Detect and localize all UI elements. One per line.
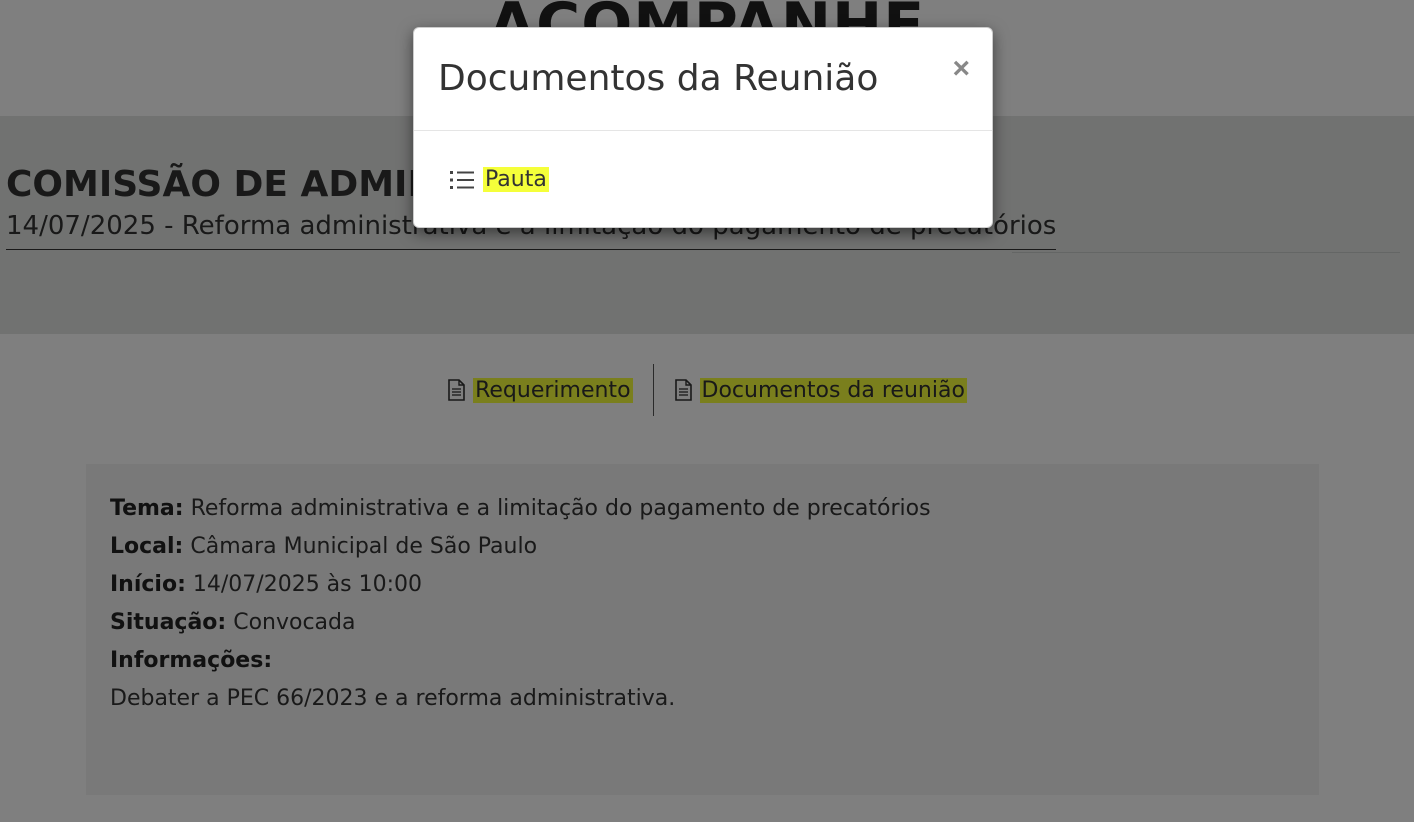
pauta-label: Pauta	[483, 167, 549, 192]
pauta-link[interactable]: Pauta	[449, 167, 957, 192]
modal-title: Documentos da Reunião	[438, 58, 879, 99]
list-icon	[450, 170, 474, 189]
modal-body: Pauta	[414, 131, 992, 227]
close-button[interactable]: ×	[952, 54, 970, 84]
modal-header: Documentos da Reunião ×	[414, 28, 992, 131]
documents-modal: Documentos da Reunião × Pauta	[413, 27, 993, 228]
